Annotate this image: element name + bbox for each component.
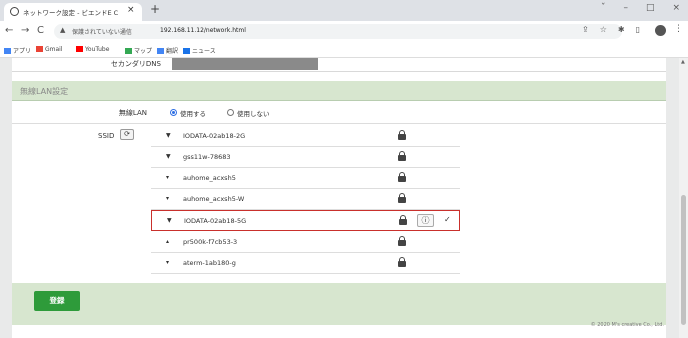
insecure-label: 保護されていない通信 — [72, 29, 132, 36]
radio-not-use[interactable] — [227, 109, 234, 116]
copyright-text: © 2020 M's creative Co., Ltd. — [590, 322, 664, 328]
tab-bar: ネットワーク設定 - ビエンドE C × + ˇ – □ × — [0, 0, 688, 21]
radio-use-label[interactable]: 使用する — [180, 108, 206, 118]
scroll-up-icon[interactable]: ▲ — [681, 59, 685, 65]
bookmarks-bar: アプリ Gmail YouTube マップ 翻訳 ニュース — [0, 42, 688, 58]
toolbar-icons: ⇪ ☆ ✱ ▯ — [582, 25, 640, 34]
ssid-label: SSID — [98, 132, 115, 140]
secondary-dns-label: セカンダリDNS — [110, 60, 161, 68]
tab-title: ネットワーク設定 - ビエンドE C — [23, 9, 119, 17]
row-divider — [12, 123, 666, 124]
check-icon: ✓ — [444, 215, 451, 224]
bookmark-gmail[interactable]: Gmail — [36, 46, 63, 53]
maps-icon — [125, 48, 132, 54]
ssid-name: auhome_acxsh5-W — [183, 195, 245, 203]
wireless-lan-row: 無線LAN 使用する 使用しない — [12, 103, 666, 123]
lock-icon — [399, 215, 407, 225]
radio-not-use-label[interactable]: 使用しない — [237, 108, 270, 118]
lock-icon — [398, 193, 406, 203]
youtube-icon — [76, 46, 83, 52]
form-footer — [12, 283, 666, 325]
window-controls: ˇ – □ × — [601, 3, 680, 13]
wifi-signal-icon: ▼ — [166, 132, 171, 139]
wifi-signal-icon: ▼ — [167, 217, 172, 224]
bookmark-maps[interactable]: マップ — [125, 46, 152, 55]
wifi-signal-icon: ▴ — [166, 238, 170, 245]
ssid-name: IODATA-02ab18-2G — [183, 132, 246, 140]
ssid-item[interactable]: ▾ aterm-1ab180-g — [151, 253, 460, 274]
extension-icon[interactable]: ✱ — [618, 25, 625, 34]
reload-button[interactable]: C — [37, 25, 44, 36]
lock-icon — [398, 236, 406, 246]
ssid-item[interactable]: ▼ IODATA-02ab18-2G — [151, 126, 460, 147]
apps-grid-icon — [4, 48, 11, 54]
section-title: 無線LAN設定 — [20, 87, 69, 96]
bookmark-news[interactable]: ニュース — [183, 46, 216, 55]
info-icon[interactable]: ⓘ — [417, 214, 434, 227]
wifi-signal-icon: ▾ — [166, 259, 170, 266]
forward-button[interactable]: → — [21, 25, 29, 36]
translate-icon — [157, 48, 164, 54]
globe-icon — [10, 7, 19, 16]
profile-avatar[interactable] — [655, 25, 666, 36]
secondary-dns-row: セカンダリDNS — [12, 58, 666, 72]
tab-search-icon[interactable]: ˇ — [601, 3, 606, 13]
page-content: セカンダリDNS 無線LAN設定 無線LAN 使用する 使用しない SSID ⟳… — [0, 58, 679, 338]
lock-icon — [398, 172, 406, 182]
ssid-name: pr500k-f7cb53-3 — [183, 238, 238, 246]
ssid-item-selected[interactable]: ▼ IODATA-02ab18-5G ⓘ ✓ — [151, 210, 460, 231]
secondary-dns-field[interactable] — [172, 58, 318, 70]
ssid-name: gss11w-78683 — [183, 153, 231, 161]
ssid-item[interactable]: ▾ auhome_acxsh5 — [151, 168, 460, 189]
ssid-item[interactable]: ▼ gss11w-78683 — [151, 147, 460, 168]
bookmark-translate[interactable]: 翻訳 — [157, 46, 178, 55]
gmail-icon — [36, 46, 43, 52]
address-bar[interactable]: ▲ 保護されていない通信 192.168.11.12/network.html — [54, 24, 622, 39]
radio-use[interactable] — [170, 109, 177, 116]
url-text[interactable]: 192.168.11.12/network.html — [160, 27, 246, 34]
lock-icon — [398, 130, 406, 140]
menu-icon[interactable]: ⋮ — [674, 24, 683, 34]
star-icon[interactable]: ☆ — [600, 25, 607, 34]
minimize-button[interactable]: – — [623, 3, 628, 13]
sidebar-icon[interactable]: ▯ — [636, 25, 640, 34]
ssid-name: aterm-1ab180-g — [183, 259, 236, 267]
ssid-name: IODATA-02ab18-5G — [184, 217, 247, 225]
warning-icon: ▲ — [60, 26, 66, 34]
register-button[interactable]: 登録 — [34, 291, 80, 311]
news-icon — [183, 48, 190, 54]
close-window-button[interactable]: × — [672, 3, 680, 13]
new-tab-button[interactable]: + — [150, 2, 160, 16]
maximize-button[interactable]: □ — [646, 3, 655, 13]
wireless-lan-label: 無線LAN — [118, 109, 147, 117]
ssid-name: auhome_acxsh5 — [183, 174, 236, 182]
browser-tab[interactable]: ネットワーク設定 - ビエンドE C × — [4, 3, 142, 21]
ssid-item[interactable]: ▾ auhome_acxsh5-W — [151, 189, 460, 210]
scrollbar-thumb[interactable] — [681, 195, 686, 325]
bookmark-apps[interactable]: アプリ — [4, 46, 31, 55]
bookmark-youtube[interactable]: YouTube — [76, 46, 109, 53]
browser-toolbar: ← → C ▲ 保護されていない通信 192.168.11.12/network… — [0, 21, 688, 42]
wifi-signal-icon: ▾ — [166, 195, 170, 202]
wifi-signal-icon: ▾ — [166, 174, 170, 181]
refresh-icon[interactable]: ⟳ — [120, 129, 134, 140]
lock-icon — [398, 151, 406, 161]
ssid-item[interactable]: ▴ pr500k-f7cb53-3 — [151, 232, 460, 253]
tab-close-icon[interactable]: × — [127, 5, 135, 15]
back-button[interactable]: ← — [5, 25, 13, 36]
wireless-section-header: 無線LAN設定 — [12, 81, 666, 101]
share-icon[interactable]: ⇪ — [582, 25, 589, 34]
lock-icon — [398, 257, 406, 267]
wifi-signal-icon: ▼ — [166, 153, 171, 160]
